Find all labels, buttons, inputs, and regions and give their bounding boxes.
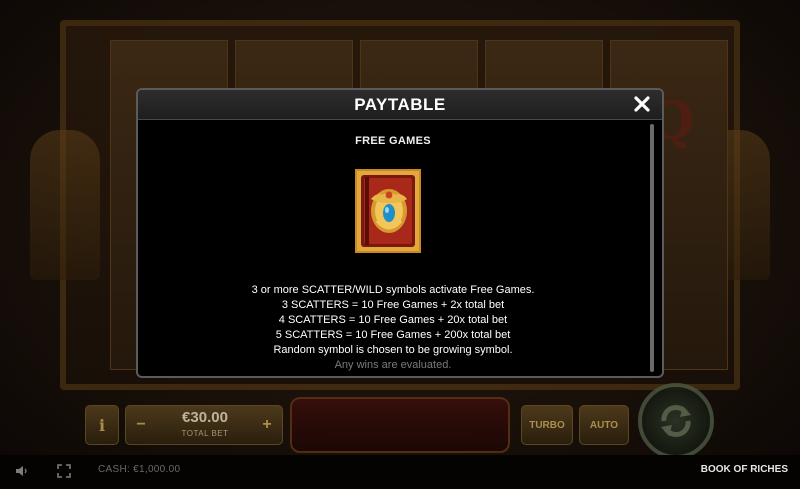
rule-line: 5 SCATTERS = 10 Free Games + 200x total …	[275, 329, 511, 341]
footer-bar: CASH: €1,000.00 BOOK OF RICHES	[0, 455, 800, 489]
modal-title: PAYTABLE	[354, 95, 446, 114]
rule-line: Any wins are evaluated.	[334, 359, 452, 371]
rule-line: 3 SCATTERS = 10 Free Games + 2x total be…	[281, 299, 505, 311]
bet-decrease-button[interactable]: −	[132, 415, 150, 435]
cash-balance: CASH: €1,000.00	[98, 464, 181, 475]
spin-button[interactable]	[638, 383, 714, 459]
book-of-riches-scarab-book-icon	[355, 169, 421, 253]
turbo-button[interactable]: TURBO	[521, 405, 573, 445]
section-title: FREE GAMES	[355, 135, 431, 147]
rule-line: Random symbol is chosen to be growing sy…	[273, 344, 513, 356]
fullscreen-icon[interactable]	[56, 463, 72, 479]
left-statue	[30, 130, 100, 280]
bet-increase-button[interactable]: +	[258, 415, 276, 435]
rule-line: 3 or more SCATTER/WILD symbols activate …	[251, 284, 535, 296]
paytable-content: FREE GAMES 3 or more SCATTER/WILD symbol…	[138, 121, 648, 374]
bet-panel: − €30.00 TOTAL BET +	[125, 405, 283, 445]
game-name: BOOK OF RICHES	[700, 464, 788, 475]
speaker-icon[interactable]	[14, 463, 30, 479]
total-bet-label: TOTAL BET	[181, 429, 229, 438]
paytable-modal: PAYTABLE FREE GAMES 3 or more SCATTER/WI…	[136, 88, 664, 378]
total-bet-value: €30.00	[182, 409, 228, 426]
info-button[interactable]: i	[85, 405, 119, 445]
info-icon: i	[98, 415, 106, 435]
free-games-rules: 3 or more SCATTER/WILD symbols activate …	[138, 283, 648, 373]
turbo-label: TURBO	[529, 419, 565, 431]
spin-arrows-icon	[661, 405, 691, 437]
scrollbar-track[interactable]	[650, 124, 654, 372]
scrollbar-thumb[interactable]	[650, 124, 654, 372]
autoplay-button[interactable]: AUTO	[579, 405, 629, 445]
modal-header: PAYTABLE	[138, 90, 662, 120]
auto-label: AUTO	[589, 419, 619, 431]
close-icon[interactable]	[632, 94, 652, 114]
control-bar: i − €30.00 TOTAL BET + TURBO AUTO	[85, 397, 725, 453]
win-display	[290, 397, 510, 453]
rule-line: 4 SCATTERS = 10 Free Games + 20x total b…	[278, 314, 508, 326]
